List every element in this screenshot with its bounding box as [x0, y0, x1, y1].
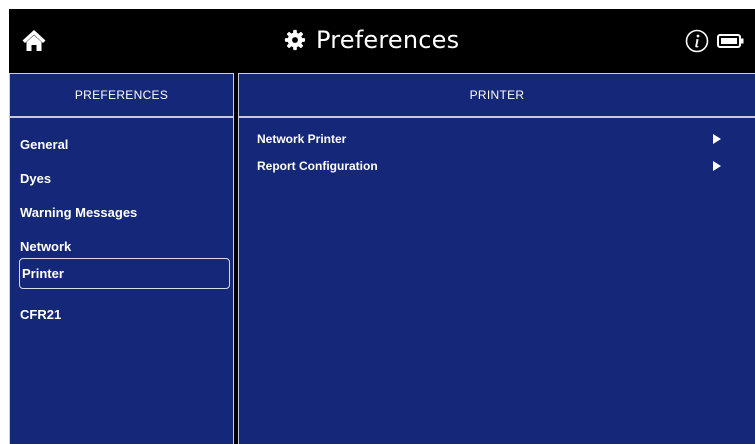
home-icon: [22, 30, 46, 51]
sidebar-item-label: Dyes: [20, 171, 52, 186]
page-title: Preferences: [316, 26, 460, 54]
report-configuration-row[interactable]: Report Configuration: [257, 154, 737, 178]
home-button[interactable]: [21, 27, 47, 53]
sidebar-item-label: Printer: [22, 266, 64, 281]
title-bar: Preferences: [9, 9, 755, 73]
sidebar-item-label: Network: [20, 239, 72, 254]
printer-panel: PRINTER Network Printer Report Configura…: [238, 73, 755, 444]
info-button[interactable]: [685, 29, 709, 53]
sidebar-item-printer[interactable]: Printer: [19, 258, 230, 289]
chevron-right-icon: [713, 161, 721, 171]
title-group: Preferences: [284, 23, 459, 57]
network-printer-row[interactable]: Network Printer: [257, 127, 737, 151]
row-label: Network Printer: [257, 132, 347, 146]
panel-header: PRINTER: [239, 74, 755, 118]
sidebar-item-label: General: [20, 137, 69, 152]
battery-indicator: [717, 33, 745, 49]
sidebar-item-dyes[interactable]: Dyes: [19, 163, 230, 194]
info-icon: [685, 29, 709, 53]
preferences-sidebar: PREFERENCES General Dyes Warning Message…: [9, 73, 234, 444]
chevron-right-icon: [713, 134, 721, 144]
sidebar-item-label: CFR21: [20, 307, 62, 322]
sidebar-item-general[interactable]: General: [19, 129, 230, 160]
sidebar-header: PREFERENCES: [10, 74, 233, 118]
device-screen: Preferences PREFERENCES General Dyes War…: [9, 9, 755, 444]
row-label: Report Configuration: [257, 159, 378, 173]
sidebar-item-label: Warning Messages: [20, 205, 138, 220]
sidebar-item-warning-messages[interactable]: Warning Messages: [19, 197, 230, 228]
sidebar-item-cfr21[interactable]: CFR21: [19, 299, 230, 330]
app-root: Preferences PREFERENCES General Dyes War…: [0, 0, 755, 444]
gear-icon: [284, 29, 306, 51]
battery-icon: [717, 34, 744, 48]
